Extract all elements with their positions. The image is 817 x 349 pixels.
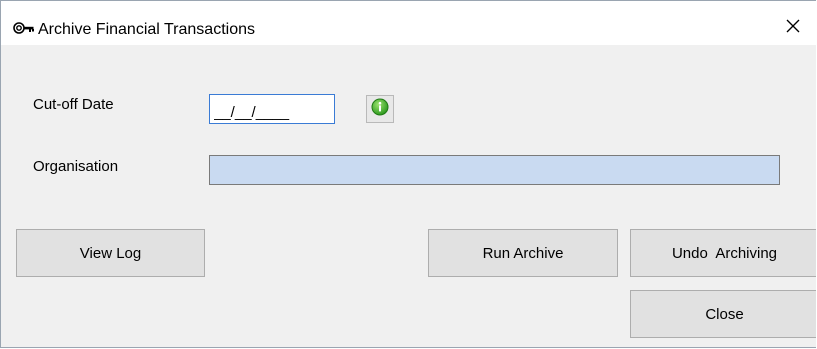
cutoff-date-label: Cut-off Date: [33, 96, 114, 113]
close-icon: [786, 19, 800, 37]
info-icon: [371, 98, 389, 120]
archive-dialog: Archive Financial Transactions Cut-off D…: [0, 0, 816, 348]
undo-archiving-button[interactable]: Undo Archiving: [630, 229, 816, 277]
title-bar[interactable]: Archive Financial Transactions: [1, 1, 816, 45]
key-icon: [13, 21, 35, 35]
cutoff-date-input[interactable]: [209, 94, 335, 124]
run-archive-button[interactable]: Run Archive: [428, 229, 618, 277]
organisation-label: Organisation: [33, 158, 119, 175]
close-button[interactable]: Close: [630, 290, 816, 338]
dialog-body: Cut-off Date Organisation V: [1, 45, 816, 347]
info-button[interactable]: [366, 95, 394, 123]
window-title: Archive Financial Transactions: [38, 21, 255, 38]
view-log-button[interactable]: View Log: [16, 229, 205, 277]
organisation-field[interactable]: [209, 155, 780, 185]
close-window-button[interactable]: [776, 13, 810, 43]
